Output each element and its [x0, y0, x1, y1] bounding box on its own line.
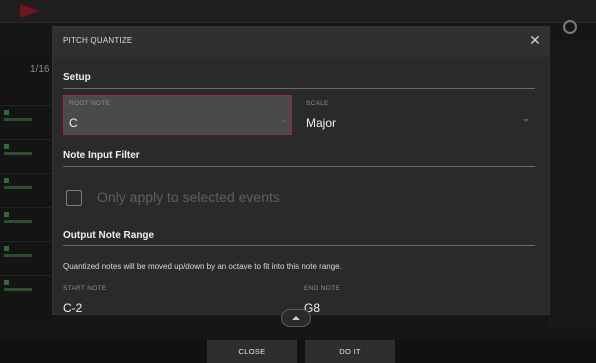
root-note-field[interactable]: ROOT NOTE C [63, 95, 292, 135]
background-right-panel [549, 40, 596, 330]
start-note-field[interactable]: START NOTE C-2 [63, 283, 292, 314]
section-divider [63, 166, 535, 167]
chevron-down-icon [523, 119, 529, 122]
section-heading-output-note-range: Output Note Range [63, 230, 155, 241]
background-track [0, 275, 52, 310]
background-toolbar [0, 0, 596, 23]
selected-events-checkbox-label[interactable]: Only apply to selected events [97, 189, 280, 205]
background-track [0, 139, 52, 174]
root-note-value: C [69, 116, 78, 130]
background-bottom-bar [0, 340, 596, 363]
section-heading-setup: Setup [63, 72, 91, 83]
dialog-header: PITCH QUANTIZE ✕ [53, 27, 549, 57]
background-quantize-readout: 1/16 [30, 64, 50, 75]
scale-field[interactable]: SCALE Major [301, 95, 535, 135]
chevron-down-icon [281, 120, 287, 123]
scale-label: SCALE [306, 100, 329, 107]
close-button[interactable]: CLOSE [207, 340, 297, 363]
close-icon[interactable]: ✕ [527, 32, 543, 48]
background-track [0, 241, 52, 276]
do-it-button[interactable]: DO IT [305, 340, 395, 363]
section-divider [63, 88, 535, 89]
note-range-info-text: Quantized notes will be moved up/down by… [63, 262, 342, 271]
pitch-quantize-dialog: PITCH QUANTIZE ✕ Setup ROOT NOTE C SCALE… [53, 27, 549, 314]
background-track [0, 207, 52, 242]
scale-value: Major [306, 116, 337, 130]
end-note-label: END NOTE [304, 285, 340, 292]
background-track [0, 173, 52, 208]
gear-icon [563, 20, 577, 34]
section-divider [63, 245, 535, 246]
background-track [0, 105, 52, 140]
chevron-up-icon [292, 316, 300, 320]
section-heading-note-input-filter: Note Input Filter [63, 150, 140, 161]
dialog-title: PITCH QUANTIZE [63, 36, 133, 45]
start-note-label: START NOTE [63, 285, 107, 292]
background-track-list [0, 55, 52, 325]
start-note-value: C-2 [63, 301, 83, 314]
selected-events-checkbox[interactable] [66, 190, 82, 206]
end-note-field[interactable]: END NOTE G8 [304, 283, 535, 314]
root-note-label: ROOT NOTE [69, 100, 111, 107]
scroll-up-button[interactable] [281, 309, 311, 327]
